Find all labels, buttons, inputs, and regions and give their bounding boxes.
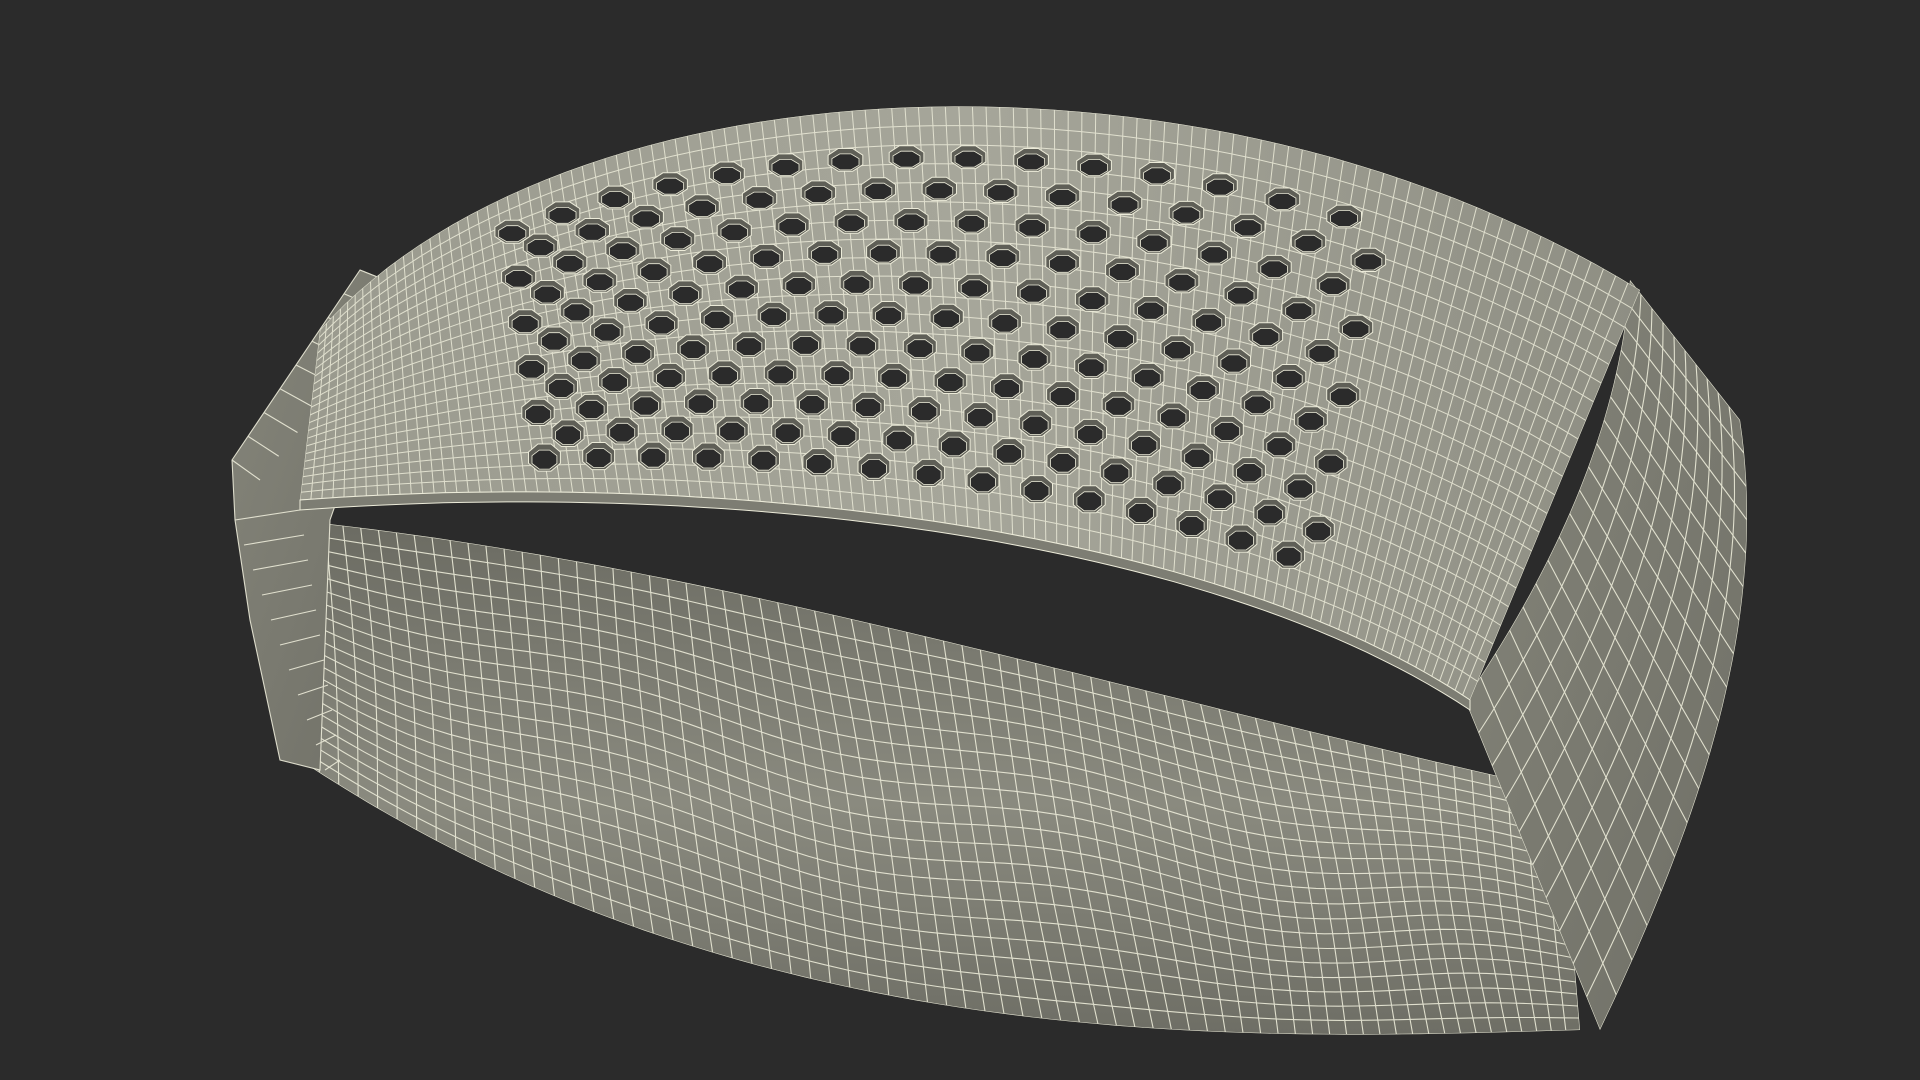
wireframe-watch-band-render [231,106,1747,1035]
viewport[interactable] [0,0,1920,1080]
